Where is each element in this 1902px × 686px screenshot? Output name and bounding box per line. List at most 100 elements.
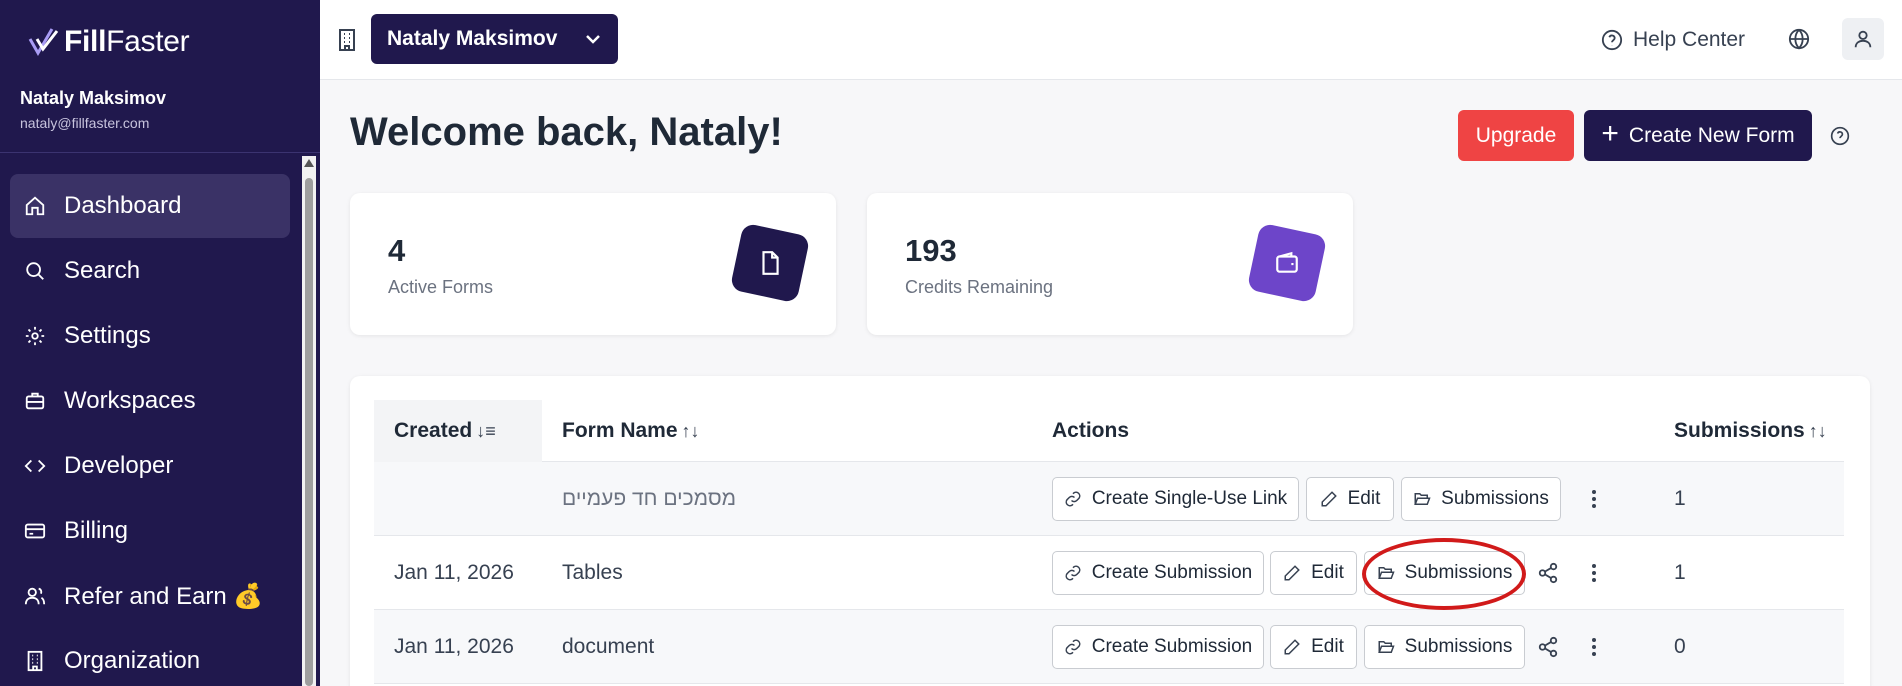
sidebar-item-billing[interactable]: Billing xyxy=(10,499,290,563)
code-icon xyxy=(24,455,46,477)
button-label: Edit xyxy=(1311,562,1344,583)
sidebar-item-label: Organization xyxy=(64,647,201,674)
gear-icon xyxy=(24,325,46,347)
share-icon[interactable] xyxy=(1537,636,1559,658)
sort-icon: ↑↓ xyxy=(1808,420,1827,441)
edit-button[interactable]: Edit xyxy=(1270,625,1357,669)
more-options-icon[interactable] xyxy=(1583,488,1605,510)
fillfaster-logo[interactable]: FillFaster xyxy=(28,24,190,60)
sidebar-item-search[interactable]: Search xyxy=(10,239,290,303)
button-label: Submissions xyxy=(1404,636,1513,657)
more-options-icon[interactable] xyxy=(1583,562,1605,584)
created-date: Jan 11, 2026 xyxy=(394,635,514,658)
user-name: Nataly Maksimov xyxy=(20,88,167,108)
sidebar-item-refer-and-earn[interactable]: Refer and Earn 💰 xyxy=(10,564,290,628)
sidebar-nav: Dashboard Search Settings Workspaces Dev… xyxy=(10,174,290,686)
globe-icon[interactable] xyxy=(1788,28,1810,50)
sidebar-item-label: Billing xyxy=(64,517,129,544)
column-label: Submissions xyxy=(1674,419,1805,442)
page-title: Welcome back, Nataly! xyxy=(350,110,783,154)
submission-count: 0 xyxy=(1674,635,1686,658)
create-submission-button[interactable]: Create Submission xyxy=(1052,625,1264,669)
sidebar-item-label: Developer xyxy=(64,452,174,479)
button-label: Edit xyxy=(1347,488,1381,509)
table-row: Jan 11, 2026 Tables Create Submission Ed… xyxy=(374,536,1844,610)
button-label: Create Submission xyxy=(1091,562,1253,583)
create-single-use-link-button[interactable]: Create Single-Use Link xyxy=(1052,477,1299,521)
create-submission-button[interactable]: Create Submission xyxy=(1052,551,1264,595)
more-options-icon[interactable] xyxy=(1583,636,1605,658)
sidebar-item-label: Dashboard xyxy=(64,192,182,219)
column-header-form-name[interactable]: Form Name ↑↓ xyxy=(562,400,700,462)
forms-table: Created ↓≡ Form Name ↑↓ Actions Submissi… xyxy=(350,376,1870,686)
stat-value: 193 xyxy=(905,233,957,268)
user-info: Nataly Maksimov nataly@fillfaster.com xyxy=(20,88,166,131)
help-circle-icon[interactable] xyxy=(1830,126,1850,146)
create-new-form-button[interactable]: + Create New Form xyxy=(1584,110,1812,161)
stat-value: 4 xyxy=(388,233,406,268)
workspace-name: Nataly Maksimov xyxy=(387,27,558,50)
user-icon xyxy=(1854,30,1872,48)
link-icon xyxy=(1065,639,1081,655)
column-header-submissions[interactable]: Submissions ↑↓ xyxy=(1674,400,1827,462)
column-header-actions: Actions xyxy=(1052,400,1129,462)
sidebar-item-label: Refer and Earn 💰 xyxy=(64,582,264,610)
stat-label: Active Forms xyxy=(388,277,494,297)
form-name: Tables xyxy=(562,561,623,584)
stat-card-credits-remaining: 193 Credits Remaining xyxy=(867,193,1353,335)
top-bar: Nataly Maksimov Help Center xyxy=(320,0,1902,80)
submissions-button[interactable]: Submissions xyxy=(1364,625,1525,669)
workspace-select[interactable]: Nataly Maksimov xyxy=(371,14,618,64)
link-icon xyxy=(1065,491,1081,507)
scrollbar-thumb[interactable] xyxy=(305,178,313,686)
wallet-icon xyxy=(1246,222,1328,304)
button-label: Edit xyxy=(1311,636,1344,657)
help-center-label: Help Center xyxy=(1633,28,1746,51)
plus-icon: + xyxy=(1601,117,1619,150)
briefcase-icon xyxy=(24,390,46,412)
sidebar: FillFaster Nataly Maksimov nataly@fillfa… xyxy=(0,0,320,686)
table-row: Jan 11, 2026 document Create Submission … xyxy=(374,610,1844,684)
upgrade-button[interactable]: Upgrade xyxy=(1458,110,1574,161)
user-email: nataly@fillfaster.com xyxy=(20,115,150,131)
logo-text: FillFaster xyxy=(64,25,190,58)
search-icon xyxy=(24,260,46,282)
building-icon xyxy=(336,28,358,52)
submission-count: 1 xyxy=(1674,561,1686,584)
table-row: מסמכים חד פעמיים Create Single-Use Link … xyxy=(374,462,1844,536)
stat-label: Credits Remaining xyxy=(905,277,1054,297)
button-label: Create Single-Use Link xyxy=(1091,488,1288,509)
link-icon xyxy=(1065,565,1081,581)
edit-button[interactable]: Edit xyxy=(1306,477,1394,521)
share-icon[interactable] xyxy=(1537,562,1559,584)
help-circle-icon xyxy=(1601,29,1623,51)
column-label: Actions xyxy=(1052,419,1130,442)
sidebar-item-developer[interactable]: Developer xyxy=(10,434,290,498)
sidebar-item-dashboard[interactable]: Dashboard xyxy=(10,174,290,238)
submissions-button[interactable]: Submissions xyxy=(1401,477,1561,521)
chevron-down-icon xyxy=(584,30,602,48)
logo-mark-icon xyxy=(28,28,59,56)
sidebar-item-organization[interactable]: Organization xyxy=(10,629,290,686)
help-center-link[interactable]: Help Center xyxy=(1601,26,1745,54)
submissions-button[interactable]: Submissions xyxy=(1364,551,1525,595)
avatar[interactable] xyxy=(1842,18,1884,60)
form-name: מסמכים חד פעמיים xyxy=(562,487,737,510)
home-icon xyxy=(24,195,46,217)
column-label: Created xyxy=(394,419,473,442)
submission-count: 1 xyxy=(1674,487,1686,510)
sidebar-item-workspaces[interactable]: Workspaces xyxy=(10,369,290,433)
button-label: Submissions xyxy=(1404,562,1513,583)
sidebar-item-settings[interactable]: Settings xyxy=(10,304,290,368)
edit-button[interactable]: Edit xyxy=(1270,551,1357,595)
folder-open-icon xyxy=(1377,567,1395,579)
sidebar-scrollbar[interactable] xyxy=(302,156,316,686)
column-header-created[interactable]: Created ↓≡ xyxy=(374,400,542,462)
button-label: Submissions xyxy=(1441,488,1549,509)
sidebar-divider xyxy=(0,152,320,153)
stat-card-active-forms: 4 Active Forms xyxy=(350,193,836,335)
building-icon xyxy=(24,650,46,672)
folder-open-icon xyxy=(1377,641,1395,653)
sort-desc-icon: ↓≡ xyxy=(476,420,496,441)
scroll-up-arrow-icon[interactable] xyxy=(304,159,314,167)
